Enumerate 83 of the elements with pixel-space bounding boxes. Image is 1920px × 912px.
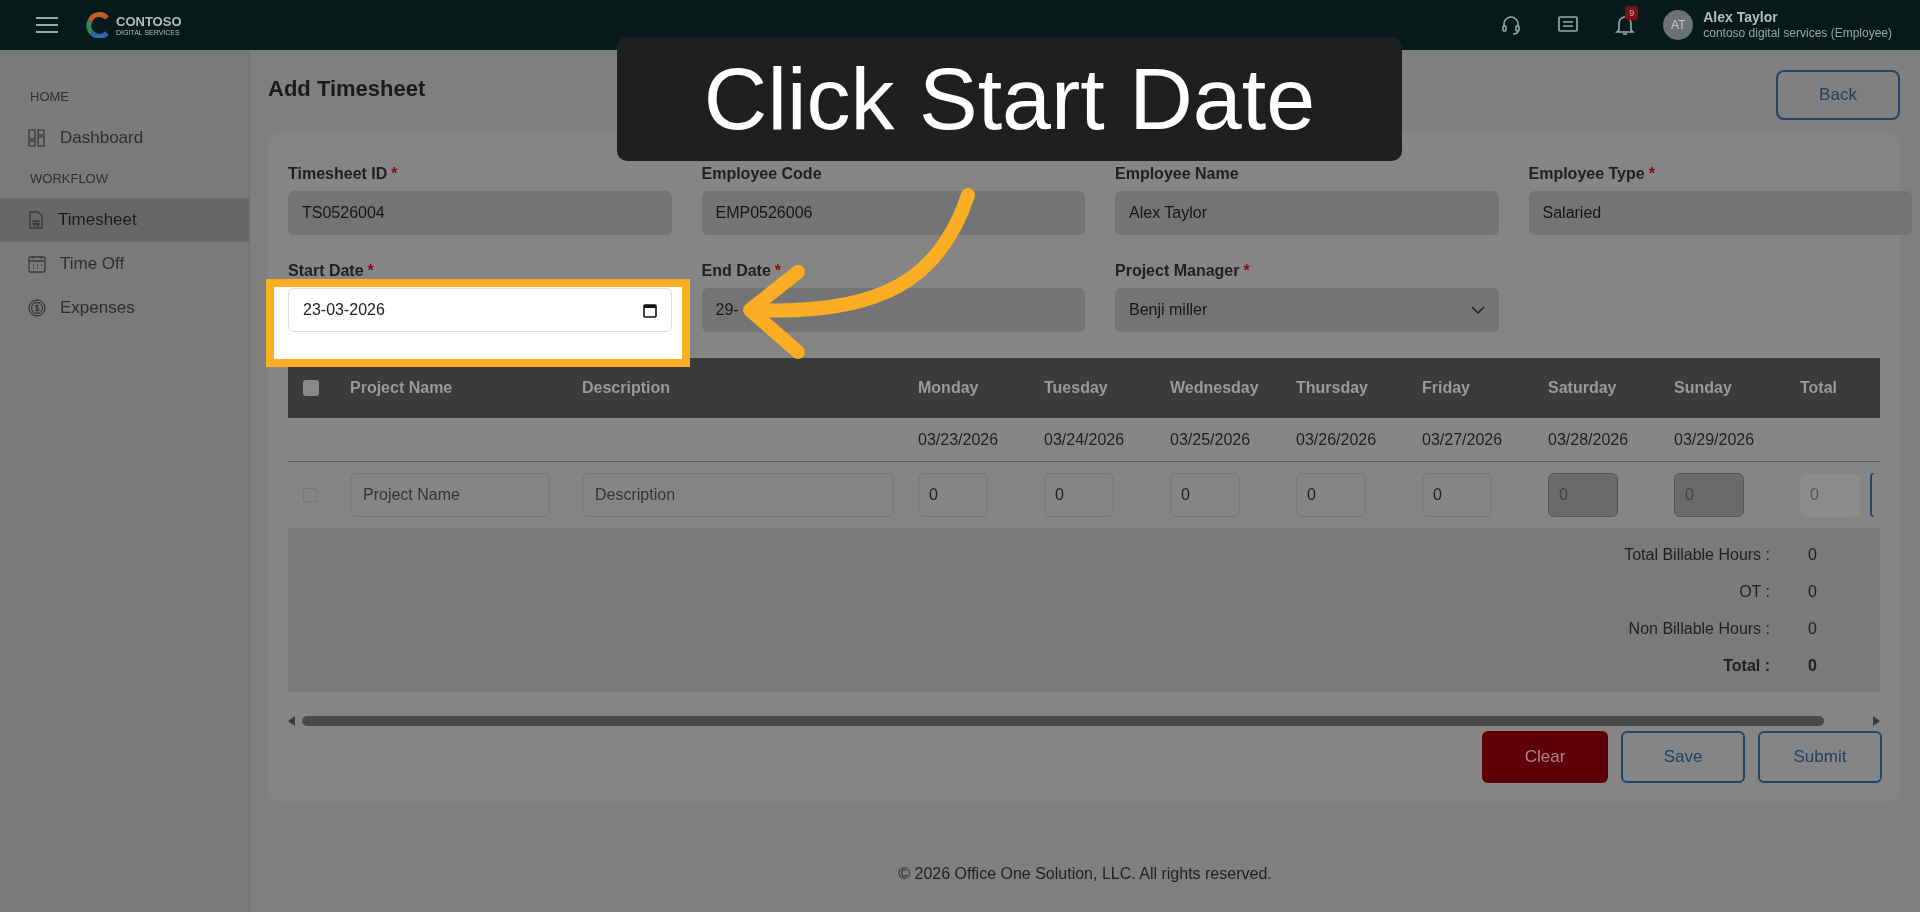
select-field[interactable]: Benji miller	[1115, 288, 1499, 332]
hours-field[interactable]: 0	[1422, 473, 1492, 517]
notification-badge: 9	[1625, 6, 1639, 20]
hours-field[interactable]: 0	[1296, 473, 1366, 517]
action-button[interactable]: Save	[1621, 731, 1745, 783]
date-field[interactable]: 23-03-2026	[288, 288, 672, 332]
sidebar-item[interactable]: Timesheet	[0, 198, 249, 242]
input-field[interactable]: TS0526004	[288, 191, 672, 235]
summary-label: Total :	[1723, 655, 1770, 676]
date-label: 03/27/2026	[1422, 429, 1504, 450]
dollar-coin-icon	[28, 299, 46, 317]
summary-value: 0	[1808, 581, 1818, 602]
column-header: Monday	[918, 378, 980, 398]
scroll-left-icon[interactable]	[288, 716, 296, 726]
calendar-icon	[28, 255, 46, 273]
field-label: Employee Type *	[1528, 164, 1656, 182]
field-label: Employee Code	[701, 164, 823, 182]
required-mark: *	[1648, 165, 1655, 182]
column-header: Saturday	[1548, 378, 1618, 398]
footer-text: © 2026 Office One Solution, LLC. All rights reserved.	[897, 864, 1273, 884]
sidebar-item[interactable]: Expenses	[0, 286, 249, 330]
column-header: Project Name	[350, 378, 454, 398]
user-name: Alex Taylor	[1703, 8, 1779, 27]
page-title: Add Timesheet	[268, 75, 426, 103]
sidebar-heading: WORKFLOW	[29, 170, 109, 189]
callout-text: Click Start Date	[617, 37, 1402, 161]
required-mark: *	[367, 262, 374, 279]
action-button[interactable]: Submit	[1758, 731, 1882, 783]
summary-label: OT :	[1739, 581, 1770, 602]
input-field[interactable]: EMP0526006	[701, 191, 1085, 235]
date-label: 03/29/2026	[1674, 429, 1756, 450]
required-mark: *	[391, 165, 398, 182]
scroll-right-icon[interactable]	[1872, 716, 1880, 726]
back-button[interactable]: Back	[1776, 70, 1900, 120]
message-icon[interactable]	[1558, 16, 1579, 34]
field-label: Employee Name	[1115, 164, 1240, 182]
column-header: Tuesday	[1044, 378, 1109, 398]
column-header: Friday	[1422, 378, 1471, 398]
date-label: 03/26/2026	[1296, 429, 1378, 450]
summary-label: Total Billable Hours :	[1624, 544, 1770, 565]
column-header: Description	[582, 378, 671, 398]
field-label: End Date *	[701, 261, 783, 279]
column-header: Thursday	[1296, 378, 1369, 398]
chevron-down-icon	[1470, 306, 1485, 314]
column-header: Sunday	[1674, 378, 1733, 398]
sidebar-item[interactable]: Dashboard	[0, 116, 249, 160]
sidebar-item[interactable]: Time Off	[0, 242, 249, 286]
field-label: Start Date *	[288, 261, 375, 279]
calendar-icon[interactable]	[642, 302, 657, 318]
user-role: contoso digital services (Employee)	[1703, 26, 1892, 42]
input-field[interactable]: Alex Taylor	[1115, 191, 1499, 235]
description-field[interactable]: Description	[582, 473, 894, 517]
document-icon	[28, 211, 44, 229]
column-header: Wednesday	[1170, 378, 1260, 398]
column-header: Total	[1800, 378, 1839, 398]
input-field[interactable]: Salaried	[1528, 191, 1912, 235]
summary-label: Non Billable Hours :	[1628, 618, 1770, 639]
date-label: 03/25/2026	[1170, 429, 1252, 450]
field-label: Project Manager *	[1115, 261, 1251, 279]
menu-icon[interactable]	[36, 16, 58, 34]
logo-icon	[86, 12, 112, 38]
summary-value: 0	[1808, 544, 1818, 565]
dashboard-icon	[28, 129, 46, 147]
hours-field[interactable]: 0	[1170, 473, 1240, 517]
summary-value: 0	[1808, 618, 1818, 639]
avatar[interactable]: AT	[1663, 10, 1694, 40]
date-label: 03/28/2026	[1548, 429, 1630, 450]
hours-field[interactable]: 0	[1044, 473, 1114, 517]
action-button[interactable]: Clear	[1482, 731, 1608, 783]
select-all-checkbox[interactable]	[303, 380, 319, 396]
required-mark: *	[1243, 262, 1250, 279]
field-label: Timesheet ID *	[288, 164, 399, 182]
headset-icon[interactable]	[1501, 15, 1522, 35]
scrollbar-thumb[interactable]	[302, 716, 1824, 726]
summary-value: 0	[1808, 655, 1818, 676]
sidebar-heading: HOME	[29, 88, 70, 107]
date-label: 03/23/2026	[918, 429, 1000, 450]
logo-text: CONTOSO	[116, 14, 182, 28]
bell-icon[interactable]	[1615, 14, 1636, 36]
project-name-field[interactable]: Project Name	[350, 473, 550, 517]
required-mark: *	[774, 262, 782, 279]
date-label: 03/24/2026	[1044, 429, 1126, 450]
hours-field[interactable]: 0	[918, 473, 988, 517]
